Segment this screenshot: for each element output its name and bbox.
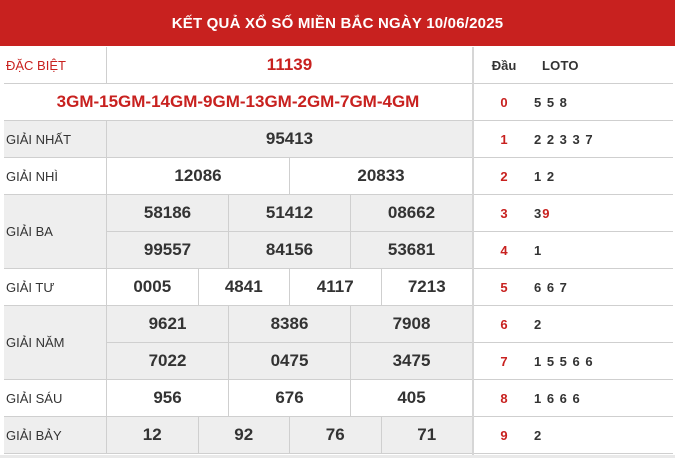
loto-tail: 3 [534, 205, 543, 221]
prize-table: ĐẶC BIỆT 11139 3GM-15GM-14GM-9GM-13GM-2G… [4, 47, 472, 455]
prize-number: 405 [397, 388, 426, 407]
loto-row: 7 1 5 5 6 6 [474, 343, 673, 380]
prize-number: 7022 [107, 343, 229, 379]
prize-number: 20833 [357, 166, 405, 185]
prize-row-fifth: GIẢI NĂM 9621 8386 7908 7022 0475 3475 [4, 306, 472, 380]
loto-head-digit: 4 [500, 242, 508, 258]
loto-head-digit: 3 [500, 205, 508, 221]
loto-head-digit: 7 [500, 353, 508, 369]
loto-row: 0 5 5 8 [474, 84, 673, 121]
prize-label: GIẢI NHÌ [4, 158, 107, 194]
loto-tail-highlight: 9 [542, 205, 551, 221]
loto-head-digit: 1 [500, 131, 508, 147]
prize-row-sixth: GIẢI SÁU 956 676 405 [4, 380, 472, 417]
prize-number: 92 [199, 417, 290, 453]
page-title: KẾT QUẢ XỔ SỐ MIỀN BẮC NGÀY 10/06/2025 [0, 0, 675, 46]
prize-number: 7213 [407, 277, 446, 296]
loto-head-digit: 5 [500, 279, 508, 295]
prize-row-seventh: GIẢI BẢY 12 92 76 71 [4, 417, 472, 454]
loto-head-digit: 6 [500, 316, 508, 332]
loto-head-digit: 9 [500, 427, 508, 443]
loto-tails: 2 [534, 427, 543, 443]
loto-header-row: Đầu LOTO [474, 47, 673, 84]
prize-number: 11139 [266, 55, 313, 74]
prize-number: 3475 [392, 351, 431, 370]
loto-tails: 1 5 5 6 6 [534, 353, 594, 369]
prize-row-fourth: GIẢI TƯ 0005 4841 4117 7213 [4, 269, 472, 306]
prize-number: 9621 [107, 306, 229, 342]
loto-tails: 1 6 6 6 [534, 390, 581, 406]
prize-number: 4841 [199, 269, 290, 305]
prize-label: GIẢI NĂM [4, 306, 107, 379]
prize-row-second: GIẢI NHÌ 12086 20833 [4, 158, 472, 195]
prize-label: GIẢI BẢY [4, 417, 107, 453]
prize-label: GIẢI BA [4, 195, 107, 268]
loto-header: LOTO [542, 57, 579, 73]
prize-number: 12086 [107, 158, 290, 194]
prize-number: 95413 [265, 129, 314, 148]
loto-head-digit: 2 [500, 168, 508, 184]
special-codes: 3GM-15GM-14GM-9GM-13GM-2GM-7GM-4GM [56, 92, 420, 111]
loto-tails: 2 2 3 3 7 [534, 131, 594, 147]
prize-number: 53681 [387, 240, 436, 259]
prize-number: 0475 [229, 343, 351, 379]
prize-number: 676 [229, 380, 351, 416]
prize-number: 51412 [229, 195, 351, 231]
loto-table: Đầu LOTO 0 5 5 8 1 2 2 3 3 7 2 1 2 3 3 9… [474, 47, 673, 455]
prize-number: 7908 [392, 314, 431, 333]
prize-label: GIẢI TƯ [4, 269, 107, 305]
dau-header: Đầu [491, 57, 517, 73]
loto-row: 8 1 6 6 6 [474, 380, 673, 417]
loto-head-digit: 0 [500, 94, 508, 110]
loto-tails: 1 [534, 242, 543, 258]
prize-row-first: GIẢI NHẤT 95413 [4, 121, 472, 158]
prize-number: 99557 [107, 232, 229, 268]
prize-number: 71 [417, 425, 437, 444]
prize-label: GIẢI SÁU [4, 380, 107, 416]
prize-number: 76 [290, 417, 382, 453]
loto-row: 2 1 2 [474, 158, 673, 195]
prize-number: 0005 [107, 269, 199, 305]
loto-row: 5 6 6 7 [474, 269, 673, 306]
prize-label: ĐẶC BIỆT [4, 47, 107, 83]
prize-label: GIẢI NHẤT [4, 121, 107, 157]
loto-row: 3 3 9 [474, 195, 673, 232]
prize-number: 4117 [290, 269, 382, 305]
loto-tails: 1 2 [534, 168, 556, 184]
loto-row: 4 1 [474, 232, 673, 269]
loto-tails: 5 5 8 [534, 94, 568, 110]
prize-number: 956 [107, 380, 229, 416]
prize-number: 12 [107, 417, 199, 453]
prize-number: 84156 [229, 232, 351, 268]
loto-tails: 6 6 7 [534, 279, 568, 295]
loto-head-digit: 8 [500, 390, 508, 406]
loto-tails: 3 9 [534, 195, 673, 231]
loto-tails: 2 [534, 316, 543, 332]
loto-row: 9 2 [474, 417, 673, 454]
prize-number: 08662 [387, 203, 436, 222]
prize-row-third: GIẢI BA 58186 51412 08662 99557 84156 53… [4, 195, 472, 269]
prize-number: 58186 [107, 195, 229, 231]
lottery-results-page: KẾT QUẢ XỔ SỐ MIỀN BẮC NGÀY 10/06/2025 Đ… [0, 0, 675, 458]
prize-row-special: ĐẶC BIỆT 11139 [4, 47, 472, 84]
prize-number: 8386 [229, 306, 351, 342]
prize-row-codes: 3GM-15GM-14GM-9GM-13GM-2GM-7GM-4GM [4, 84, 472, 121]
loto-row: 6 2 [474, 306, 673, 343]
loto-row: 1 2 2 3 3 7 [474, 121, 673, 158]
